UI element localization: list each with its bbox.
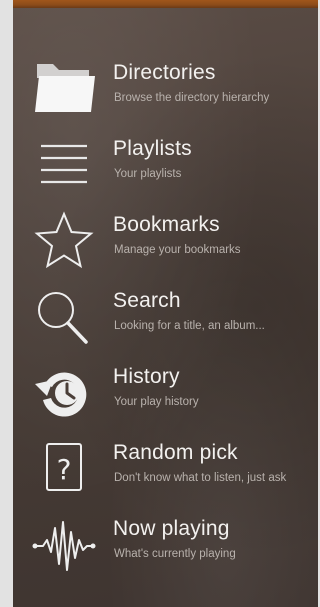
search-icon bbox=[31, 286, 97, 348]
menu-item-search[interactable]: Search Looking for a title, an album... bbox=[13, 280, 318, 354]
menu-item-title: Search bbox=[113, 289, 181, 312]
menu-item-history[interactable]: History Your play history bbox=[13, 356, 318, 430]
left-edge-strip bbox=[0, 0, 13, 607]
playlist-icon bbox=[31, 134, 97, 196]
screen: Directories Browse the directory hierarc… bbox=[0, 0, 318, 607]
menu-item-random-pick[interactable]: ? Random pick Don't know what to listen,… bbox=[13, 432, 318, 506]
folder-icon bbox=[31, 58, 97, 120]
menu-item-subtitle: Looking for a title, an album... bbox=[114, 320, 265, 332]
star-icon bbox=[31, 210, 97, 272]
menu-item-subtitle: Don't know what to listen, just ask bbox=[114, 472, 287, 484]
history-icon bbox=[31, 362, 97, 424]
menu-item-title: Bookmarks bbox=[113, 213, 220, 236]
menu-item-now-playing[interactable]: Now playing What's currently playing bbox=[13, 508, 318, 582]
menu-item-title: Random pick bbox=[113, 441, 238, 464]
menu-item-title: Playlists bbox=[113, 137, 192, 160]
menu-item-subtitle: What's currently playing bbox=[114, 548, 236, 560]
menu-item-subtitle: Manage your bookmarks bbox=[114, 244, 241, 256]
menu-item-subtitle: Your play history bbox=[114, 396, 199, 408]
menu-item-subtitle: Your playlists bbox=[114, 168, 182, 180]
question-icon: ? bbox=[31, 438, 97, 500]
menu-item-title: History bbox=[113, 365, 180, 388]
menu-item-directories[interactable]: Directories Browse the directory hierarc… bbox=[13, 52, 318, 126]
menu-item-subtitle: Browse the directory hierarchy bbox=[114, 92, 270, 104]
top-accent-bar bbox=[13, 0, 318, 8]
menu-item-bookmarks[interactable]: Bookmarks Manage your bookmarks bbox=[13, 204, 318, 278]
menu-item-title: Now playing bbox=[113, 517, 230, 540]
menu-item-title: Directories bbox=[113, 61, 216, 84]
menu-item-playlists[interactable]: Playlists Your playlists bbox=[13, 128, 318, 202]
waveform-icon bbox=[31, 514, 97, 576]
svg-text:?: ? bbox=[57, 453, 72, 486]
